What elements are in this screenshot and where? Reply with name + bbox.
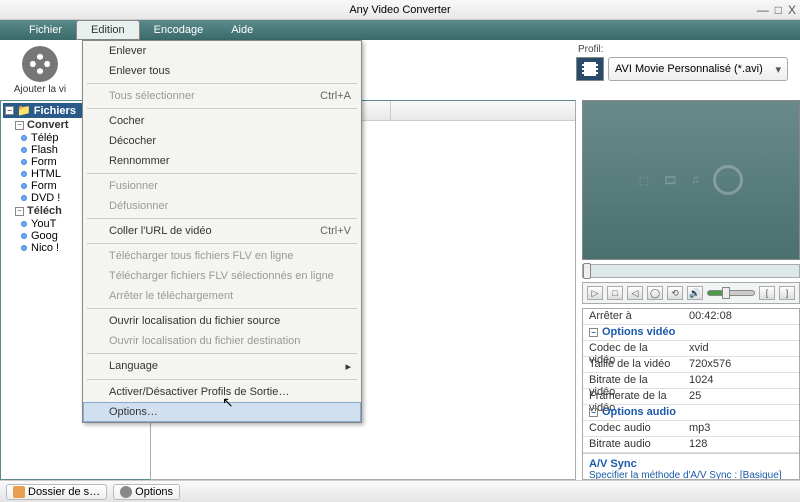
bracket-left-button[interactable]: [ (759, 286, 775, 300)
statusbar: Dossier de s… Options (0, 480, 800, 502)
separator (87, 243, 357, 244)
profile-value: AVI Movie Personnalisé (*.avi) (615, 63, 763, 75)
gear-icon (120, 486, 132, 498)
menu-item[interactable]: Cocher (83, 111, 361, 131)
volume-slider[interactable] (707, 290, 755, 296)
prop-row[interactable]: Framerate de la vidéo25 (583, 389, 799, 405)
collapse-icon[interactable]: − (589, 408, 598, 417)
bullet-icon (21, 221, 27, 227)
menu-aide[interactable]: Aide (217, 21, 267, 39)
menu-item[interactable]: Coller l'URL de vidéoCtrl+V (83, 221, 361, 241)
film-icon: 🎞 (663, 174, 677, 187)
device-icon: ⬚ (639, 174, 649, 187)
profile-label: Profil: (576, 44, 788, 55)
menu-item[interactable]: Télécharger fichiers FLV sélectionnés en… (83, 266, 361, 286)
menu-item[interactable]: Enlever tous (83, 61, 361, 81)
separator (87, 308, 357, 309)
seek-slider[interactable] (582, 264, 800, 278)
output-folder-button[interactable]: Dossier de s… (6, 484, 107, 500)
chevron-right-icon: ▸ (345, 360, 351, 373)
music-icon: ♫ (691, 174, 699, 186)
menu-edition[interactable]: Edition (76, 20, 140, 40)
menu-item[interactable]: Enlever (83, 41, 361, 61)
chevron-down-icon: ▾ (775, 63, 781, 76)
bullet-icon (21, 195, 27, 201)
profile-select[interactable]: AVI Movie Personnalisé (*.avi) ▾ (608, 57, 788, 81)
bullet-icon (21, 233, 27, 239)
help-box: A/V Sync Specifier la méthode d'A/V Sync… (583, 453, 799, 480)
separator (87, 173, 357, 174)
separator (87, 108, 357, 109)
collapse-icon[interactable]: − (15, 207, 24, 216)
menu-item[interactable]: Ouvrir localisation du fichier destinati… (83, 331, 361, 351)
prop-row[interactable]: Codec audiomp3 (583, 421, 799, 437)
loop-button[interactable]: ⟲ (667, 286, 683, 300)
collapse-icon[interactable]: − (5, 106, 14, 115)
bullet-icon (21, 171, 27, 177)
help-title: A/V Sync (589, 458, 793, 470)
prev-button[interactable]: ◁ (627, 286, 643, 300)
add-video-label: Ajouter la vi (14, 84, 66, 95)
volume-button[interactable]: 🔊 (687, 286, 703, 300)
bullet-icon (21, 183, 27, 189)
menu-fichier[interactable]: Fichier (15, 21, 76, 39)
separator (87, 83, 357, 84)
minimize-icon[interactable]: — (757, 3, 769, 17)
menu-item[interactable]: Rennommer (83, 151, 361, 171)
edition-menu: EnleverEnlever tous Tous sélectionnerCtrl… (82, 40, 362, 423)
menu-item[interactable]: Tous sélectionnerCtrl+A (83, 86, 361, 106)
prop-row[interactable]: Arrêter à00:42:08 (583, 309, 799, 325)
bullet-icon (21, 159, 27, 165)
prop-row[interactable]: Bitrate audio128 (583, 437, 799, 453)
video-preview: ⬚ 🎞 ♫ (582, 100, 800, 260)
options-button[interactable]: Options (113, 484, 180, 500)
close-icon[interactable]: X (788, 3, 796, 17)
play-button[interactable]: ▷ (587, 286, 603, 300)
window-title: Any Video Converter (349, 4, 450, 16)
profile-thumb-button[interactable] (576, 57, 604, 81)
prop-row[interactable]: Codec de la vidéoxvid (583, 341, 799, 357)
bracket-right-button[interactable]: ] (779, 286, 795, 300)
menu-item[interactable]: Télécharger tous fichiers FLV en ligne (83, 246, 361, 266)
profile-area: Profil: AVI Movie Personnalisé (*.avi) ▾ (576, 44, 788, 81)
properties-panel: Arrêter à00:42:08−Options vidéoCodec de … (582, 308, 800, 480)
menu-encodage[interactable]: Encodage (140, 21, 218, 39)
menubar: FichierEditionEncodageAide (0, 20, 800, 40)
collapse-icon[interactable]: − (589, 328, 598, 337)
disc-icon (713, 165, 743, 195)
volume-knob[interactable] (722, 287, 730, 299)
titlebar: Any Video Converter — □ X (0, 0, 800, 20)
menu-item[interactable]: Décocher (83, 131, 361, 151)
menu-item[interactable]: Défusionner (83, 196, 361, 216)
separator (87, 353, 357, 354)
player-controls: ▷ □ ◁ ◯ ⟲ 🔊 [] (582, 282, 800, 304)
folder-icon (13, 486, 25, 498)
menu-item[interactable]: Ouvrir localisation du fichier source (83, 311, 361, 331)
bullet-icon (21, 245, 27, 251)
prop-row[interactable]: Bitrate de la vidéo1024 (583, 373, 799, 389)
collapse-icon[interactable]: − (15, 121, 24, 130)
seek-thumb[interactable] (583, 263, 591, 279)
menu-item[interactable]: Fusionner (83, 176, 361, 196)
menu-item[interactable]: Options… (83, 402, 361, 422)
film-reel-icon (22, 46, 58, 82)
menu-item[interactable]: Activer/Désactiver Profils de Sortie… (83, 382, 361, 402)
prop-row[interactable]: Taille de la vidéo720x576 (583, 357, 799, 373)
film-icon (582, 62, 598, 76)
menu-item[interactable]: Language▸ (83, 356, 361, 377)
snapshot-button[interactable]: ◯ (647, 286, 663, 300)
bullet-icon (21, 147, 27, 153)
help-desc: Specifier la méthode d'A/V Sync : [Basiq… (589, 470, 793, 480)
prop-group[interactable]: −Options audio (583, 405, 799, 421)
maximize-icon[interactable]: □ (775, 3, 782, 17)
separator (87, 379, 357, 380)
add-video-button[interactable]: Ajouter la vi (10, 46, 70, 95)
stop-button[interactable]: □ (607, 286, 623, 300)
prop-group[interactable]: −Options vidéo (583, 325, 799, 341)
bullet-icon (21, 135, 27, 141)
separator (87, 218, 357, 219)
menu-item[interactable]: Arrêter le téléchargement (83, 286, 361, 306)
